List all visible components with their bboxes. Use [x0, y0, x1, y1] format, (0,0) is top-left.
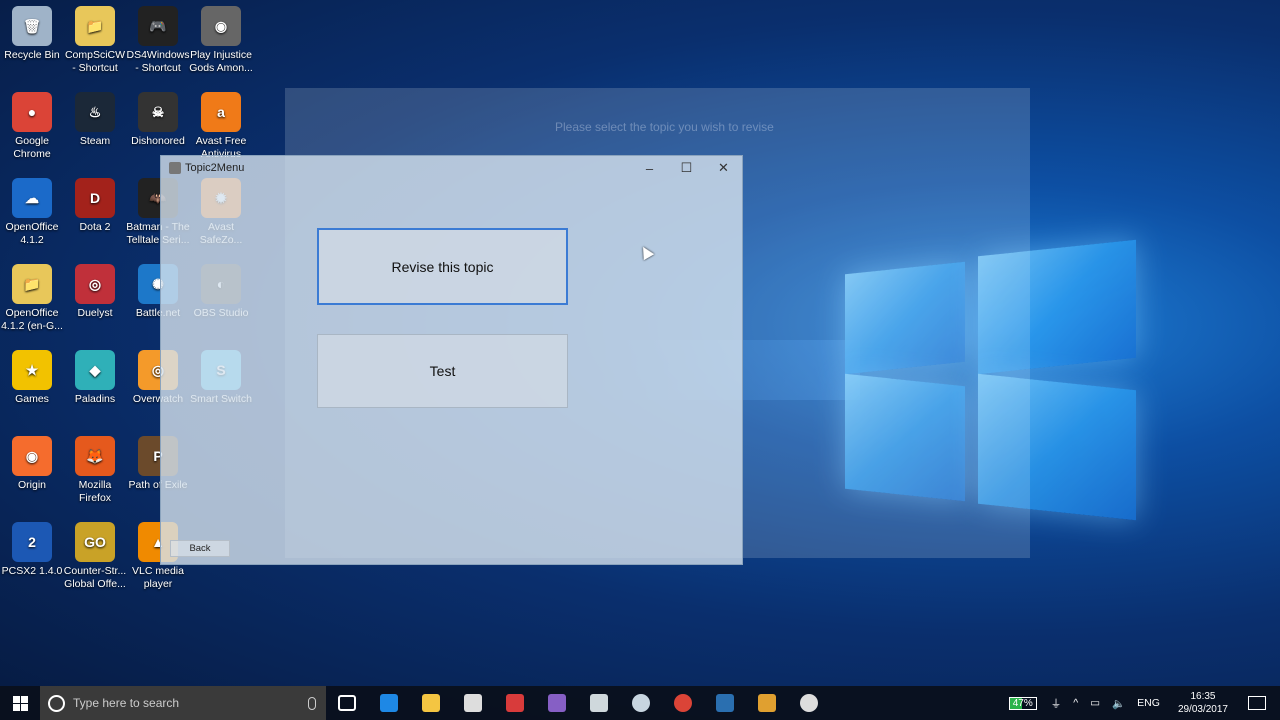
desktop-icon-label: VLC media player [132, 565, 184, 590]
close-button[interactable]: ✕ [705, 156, 742, 180]
desktop-icon-label: Recycle Bin [4, 49, 60, 61]
desktop-icon-image: ☠ [138, 92, 178, 132]
desktop-icon-label: OpenOffice 4.1.2 [5, 221, 59, 246]
background-dialog-text: Please select the topic you wish to revi… [555, 120, 774, 134]
desktop-icon-image: ◆ [75, 350, 115, 390]
desktop-icon-label: Duelyst [77, 307, 113, 319]
revise-topic-button[interactable]: Revise this topic [317, 228, 568, 305]
chrome-icon[interactable] [662, 686, 704, 720]
desktop-icon[interactable]: D Dota 2 [63, 178, 127, 234]
desktop-icon[interactable]: ☁ OpenOffice 4.1.2 [0, 178, 64, 247]
desktop-icon-label: Steam [79, 135, 111, 147]
desktop-icon-label: Mozilla Firefox [78, 479, 112, 504]
desktop-icon-image: GO [75, 522, 115, 562]
window-title: Topic2Menu [185, 162, 245, 174]
steam-icon[interactable] [620, 686, 662, 720]
desktop-icon[interactable]: 🦊 Mozilla Firefox [63, 436, 127, 505]
desktop-icon[interactable]: ♨ Steam [63, 92, 127, 148]
desktop-icon[interactable]: 🗑 Recycle Bin [0, 6, 64, 62]
desktop-icon-label: Counter-Str... Global Offe... [63, 565, 127, 590]
desktop-icon[interactable]: ◉ Play Injustice Gods Amon... [189, 6, 253, 75]
power-plug-icon[interactable]: ⏚ [1051, 696, 1062, 711]
maximize-button[interactable]: ☐ [668, 156, 705, 180]
volume-icon[interactable]: 🔈 [1112, 697, 1125, 710]
clock-time: 16:35 [1190, 691, 1216, 702]
desktop-icon-label: Dota 2 [79, 221, 111, 233]
desktop-icon-image: D [75, 178, 115, 218]
desktop-icon-image: ◉ [12, 436, 52, 476]
desktop-icon[interactable]: ◆ Paladins [63, 350, 127, 406]
microphone-icon[interactable] [308, 696, 316, 710]
chevron-up-icon[interactable]: ^ [1073, 697, 1078, 709]
desktop-icon-label: Games [15, 393, 49, 405]
clock[interactable]: 16:35 29/03/2017 [1178, 690, 1228, 716]
desktop-icon[interactable]: 📁 OpenOffice 4.1.2 (en-G... [0, 264, 64, 333]
desktop-icon-label: CompSciCW - Shortcut [64, 49, 126, 74]
desktop-icon[interactable]: a Avast Free Antivirus [189, 92, 253, 161]
desktop-icon-image: 🗑 [12, 6, 52, 46]
edge-icon[interactable] [368, 686, 410, 720]
desktop-icon-label: Play Injustice Gods Amon... [189, 49, 253, 74]
desktop-icon[interactable]: 🎮 DS4Windows - Shortcut [126, 6, 190, 75]
topic2menu-window: Topic2Menu – ☐ ✕ Revise this topic Test … [160, 155, 743, 565]
desktop-icon[interactable]: ◉ Origin [0, 436, 64, 492]
taskbar-search[interactable]: Type here to search [40, 686, 326, 720]
app-icon [169, 162, 181, 174]
desktop-icon[interactable]: 2 PCSX2 1.4.0 [0, 522, 64, 578]
desktop-icon-image: 🎮 [138, 6, 178, 46]
start-button[interactable] [0, 686, 40, 720]
desktop-icon[interactable]: ☠ Dishonored [126, 92, 190, 148]
obs-icon[interactable] [788, 686, 830, 720]
desktop-icon-image: 2 [12, 522, 52, 562]
window-titlebar[interactable]: Topic2Menu – ☐ ✕ [161, 156, 742, 180]
pinned-apps [326, 686, 830, 720]
desktop-icon-label: Paladins [74, 393, 116, 405]
desktop-icon[interactable]: ● Google Chrome [0, 92, 64, 161]
back-button[interactable]: Back [170, 540, 230, 557]
clock-date: 29/03/2017 [1177, 704, 1228, 715]
desktop-icon[interactable]: ★ Games [0, 350, 64, 406]
language-indicator[interactable]: ENG [1137, 697, 1160, 709]
desktop-icon[interactable]: GO Counter-Str... Global Offe... [63, 522, 127, 591]
desktop-icon-image: 🦊 [75, 436, 115, 476]
desktop-icon-image: ◎ [75, 264, 115, 304]
desktop-icon-label: OpenOffice 4.1.2 (en-G... [1, 307, 63, 332]
files-icon[interactable] [578, 686, 620, 720]
store-icon[interactable] [452, 686, 494, 720]
app-red-icon[interactable] [494, 686, 536, 720]
visual-studio-icon[interactable] [536, 686, 578, 720]
task-view-icon[interactable] [326, 686, 368, 720]
system-tray: 47% ⏚ ^ ▭ 🔈 ENG 16:35 29/03/2017 [1008, 686, 1280, 720]
desktop-icon-label: DS4Windows - Shortcut [126, 49, 190, 74]
desktop-icon-label: Origin [17, 479, 46, 491]
network-icon[interactable]: ▭ [1090, 697, 1100, 709]
desktop-icon-image: 📁 [12, 264, 52, 304]
windows-icon [12, 695, 28, 711]
app-yellow-icon[interactable] [746, 686, 788, 720]
test-button[interactable]: Test [317, 334, 568, 408]
desktop-icon-label: Dishonored [131, 135, 185, 147]
app-blue-icon[interactable] [704, 686, 746, 720]
file-explorer-icon[interactable] [410, 686, 452, 720]
desktop-icon-label: Google Chrome [13, 135, 51, 160]
notifications-icon[interactable] [1248, 696, 1266, 710]
desktop-icon-image: a [201, 92, 241, 132]
taskbar: Type here to search 47% ⏚ ^ ▭ 🔈 ENG 16:3… [0, 686, 1280, 720]
desktop-icon[interactable]: 📁 CompSciCW - Shortcut [63, 6, 127, 75]
search-placeholder: Type here to search [73, 696, 180, 710]
desktop-icon-image: ♨ [75, 92, 115, 132]
minimize-button[interactable]: – [631, 156, 668, 180]
desktop-icon[interactable]: ◎ Duelyst [63, 264, 127, 320]
desktop-icon-image: 📁 [75, 6, 115, 46]
battery-indicator[interactable]: 47% [1008, 696, 1037, 710]
desktop-icon-image: ◉ [201, 6, 241, 46]
desktop-icon-image: ★ [12, 350, 52, 390]
desktop-icon-image: ● [12, 92, 52, 132]
desktop-icon-label: PCSX2 1.4.0 [1, 565, 63, 577]
cortana-icon [48, 694, 65, 712]
desktop-icon-image: ☁ [12, 178, 52, 218]
